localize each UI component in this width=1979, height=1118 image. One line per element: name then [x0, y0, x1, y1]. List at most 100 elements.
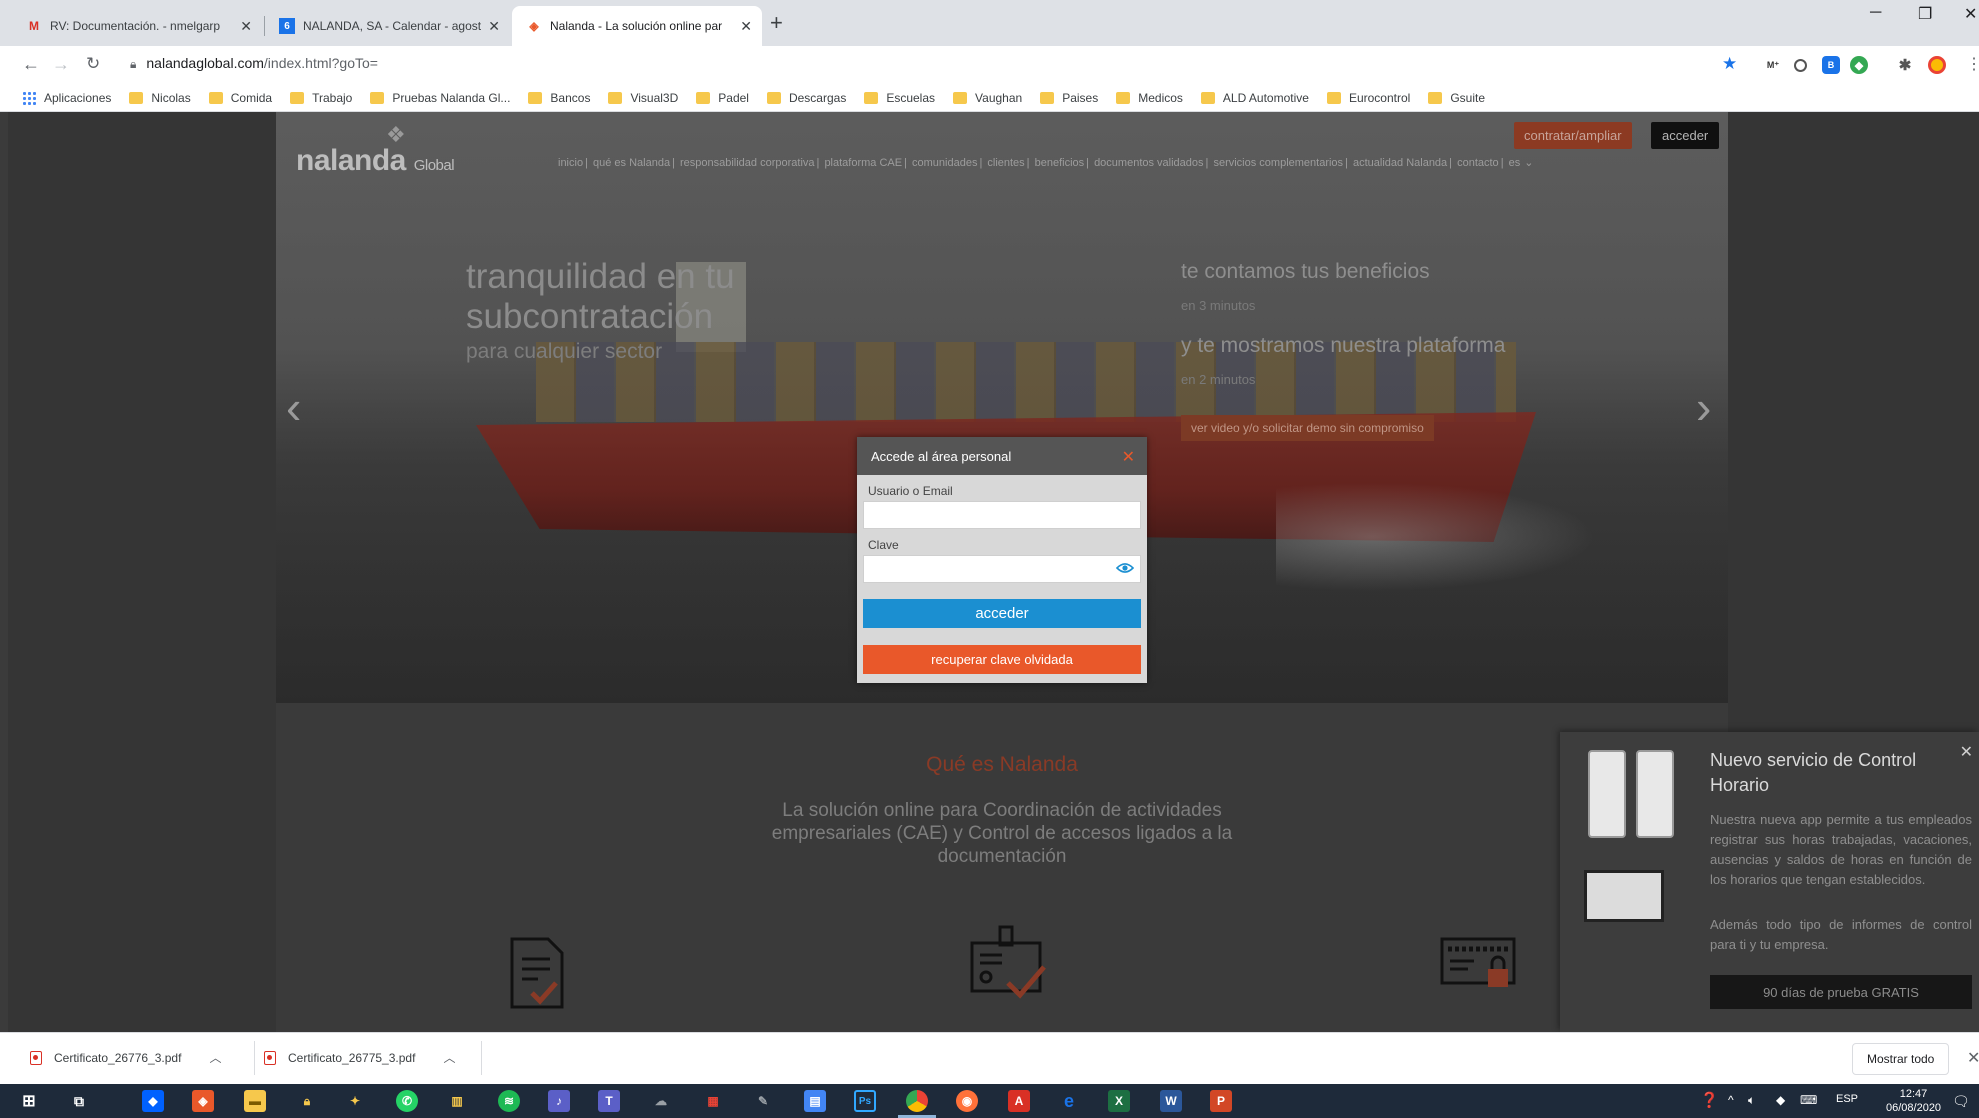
bookmark-folder[interactable]: ALD Automotive: [1200, 91, 1309, 105]
carousel-next-icon[interactable]: ›: [1696, 380, 1711, 434]
download-item[interactable]: Certificato_26776_3.pdf ︿: [30, 1049, 221, 1066]
spotify-icon[interactable]: ≋: [498, 1090, 520, 1112]
keyboard-icon[interactable]: ⌨: [1800, 1093, 1817, 1107]
carousel-prev-icon[interactable]: ‹: [286, 380, 301, 434]
back-icon[interactable]: ←: [22, 54, 40, 75]
books-icon[interactable]: ▥: [446, 1090, 468, 1112]
extension-icon[interactable]: [1794, 59, 1807, 72]
keepass-icon[interactable]: 🔒︎: [296, 1090, 318, 1112]
powerpoint-icon[interactable]: P: [1210, 1090, 1232, 1112]
acrobat-icon[interactable]: A: [1008, 1090, 1030, 1112]
teams-icon[interactable]: T: [598, 1090, 620, 1112]
bookmark-folder[interactable]: Medicos: [1116, 91, 1183, 105]
calendar-app-icon[interactable]: ▦: [702, 1090, 724, 1112]
menu-icon[interactable]: ⋮: [1966, 54, 1979, 74]
bookmark-folder[interactable]: Paises: [1040, 91, 1098, 105]
tab-gmail[interactable]: M RV: Documentación. - nmelgarp ✕: [12, 6, 262, 46]
language-select[interactable]: es: [1509, 157, 1521, 169]
close-window-icon[interactable]: ✕: [1964, 4, 1977, 24]
nav-clientes[interactable]: clientes: [987, 157, 1024, 169]
extension-icon[interactable]: ◆: [1850, 56, 1868, 74]
nav-responsabilidad[interactable]: responsabilidad corporativa: [680, 157, 815, 169]
username-input[interactable]: [863, 501, 1141, 529]
nav-servicios[interactable]: servicios complementarios: [1213, 157, 1343, 169]
nav-actualidad[interactable]: actualidad Nalanda: [1353, 157, 1447, 169]
show-all-button[interactable]: Mostrar todo: [1852, 1043, 1950, 1075]
bookmark-apps[interactable]: Aplicaciones: [22, 90, 111, 105]
nav-que-es[interactable]: qué es Nalanda: [593, 157, 670, 169]
excel-icon[interactable]: X: [1108, 1090, 1130, 1112]
nav-comunidades[interactable]: comunidades: [912, 157, 977, 169]
video-demo-button[interactable]: ver video y/o solicitar demo sin comprom…: [1181, 415, 1434, 441]
bookmark-folder[interactable]: Nicolas: [129, 91, 191, 105]
recover-password-button[interactable]: recuperar clave olvidada: [863, 645, 1141, 674]
forward-icon[interactable]: →: [52, 54, 70, 75]
bookmark-folder[interactable]: Descargas: [766, 91, 846, 105]
notifications-icon[interactable]: 🗨︎: [1952, 1093, 1970, 1110]
whatsapp-icon[interactable]: ✆: [396, 1090, 418, 1112]
word-icon[interactable]: W: [1160, 1090, 1182, 1112]
edge-icon[interactable]: e: [1058, 1090, 1080, 1112]
puzzle-icon[interactable]: ✱: [1896, 56, 1914, 74]
reload-icon[interactable]: ↻: [86, 54, 100, 74]
bookmark-folder[interactable]: Escuelas: [864, 91, 935, 105]
chevron-up-icon[interactable]: ^: [1728, 1093, 1734, 1107]
close-icon[interactable]: ✕: [1967, 1048, 1979, 1068]
app-icon[interactable]: ✦: [344, 1090, 366, 1112]
file-explorer-icon[interactable]: ▬: [244, 1090, 266, 1112]
close-tab-icon[interactable]: ✕: [740, 18, 752, 35]
restore-icon[interactable]: ❐: [1918, 4, 1932, 24]
dropbox-icon[interactable]: ◆: [142, 1090, 164, 1112]
chevron-up-icon[interactable]: ︿: [209, 1049, 221, 1066]
close-tab-icon[interactable]: ✕: [240, 18, 252, 35]
music-icon[interactable]: ♪: [548, 1090, 570, 1112]
clock[interactable]: 12:47 06/08/2020: [1886, 1087, 1941, 1115]
show-password-icon[interactable]: [1116, 561, 1134, 575]
nav-documentos[interactable]: documentos validados: [1094, 157, 1203, 169]
bookmark-folder[interactable]: Gsuite: [1428, 91, 1485, 105]
password-input[interactable]: [863, 555, 1141, 583]
chevron-up-icon[interactable]: ︿: [443, 1049, 455, 1066]
minimize-icon[interactable]: ─: [1870, 4, 1881, 22]
app-icon[interactable]: ▤: [804, 1090, 826, 1112]
language-indicator[interactable]: ESP: [1836, 1093, 1858, 1105]
login-submit-button[interactable]: acceder: [863, 599, 1141, 628]
close-tab-icon[interactable]: ✕: [488, 18, 500, 35]
anydesk-icon[interactable]: ◈: [192, 1090, 214, 1112]
contratar-button[interactable]: contratar/ampliar: [1514, 122, 1632, 149]
notes-icon[interactable]: ✎: [752, 1090, 774, 1112]
bookmark-folder[interactable]: Bancos: [528, 91, 590, 105]
bookmark-folder[interactable]: Padel: [696, 91, 749, 105]
nav-inicio[interactable]: inicio: [558, 157, 583, 169]
close-icon[interactable]: ✕: [1960, 742, 1973, 762]
free-trial-button[interactable]: 90 días de prueba GRATIS: [1710, 975, 1972, 1009]
firefox-icon[interactable]: ◉: [956, 1090, 978, 1112]
bookmark-folder[interactable]: Vaughan: [953, 91, 1022, 105]
bookmark-star-icon[interactable]: ★: [1722, 54, 1737, 74]
tab-calendar[interactable]: 6 NALANDA, SA - Calendar - agost ✕: [265, 6, 510, 46]
new-tab-icon[interactable]: +: [770, 10, 783, 36]
download-item[interactable]: Certificato_26775_3.pdf ︿: [264, 1049, 455, 1066]
profile-avatar[interactable]: [1928, 56, 1946, 74]
acceder-top-button[interactable]: acceder: [1651, 122, 1720, 149]
nav-beneficios[interactable]: beneficios: [1035, 157, 1085, 169]
bookmark-folder[interactable]: Trabajo: [290, 91, 352, 105]
bookmark-folder[interactable]: Comida: [208, 91, 272, 105]
nav-contacto[interactable]: contacto: [1457, 157, 1499, 169]
extension-icon[interactable]: B: [1822, 56, 1840, 74]
task-view-icon[interactable]: ⧉: [68, 1090, 90, 1112]
photoshop-icon[interactable]: Ps: [854, 1090, 876, 1112]
tab-nalanda[interactable]: ◈ Nalanda - La solución online par ✕: [512, 6, 762, 46]
address-bar[interactable]: 🔒︎ nalandaglobal.com/index.html?goTo=: [130, 55, 378, 72]
help-icon[interactable]: ❓: [1700, 1091, 1719, 1109]
dropbox-tray-icon[interactable]: ◆: [1776, 1093, 1785, 1107]
bookmark-folder[interactable]: Eurocontrol: [1326, 91, 1410, 105]
extension-icon[interactable]: M⁺: [1764, 56, 1782, 74]
volume-icon[interactable]: 🔈︎: [1748, 1093, 1755, 1108]
site-logo[interactable]: nalanda Global: [296, 144, 455, 178]
bookmark-folder[interactable]: Pruebas Nalanda Gl...: [370, 91, 510, 105]
close-icon[interactable]: ✕: [1122, 447, 1135, 467]
windows-start-icon[interactable]: ⊞: [18, 1090, 40, 1112]
nav-plataforma[interactable]: plataforma CAE: [824, 157, 902, 169]
bookmark-folder[interactable]: Visual3D: [608, 91, 678, 105]
